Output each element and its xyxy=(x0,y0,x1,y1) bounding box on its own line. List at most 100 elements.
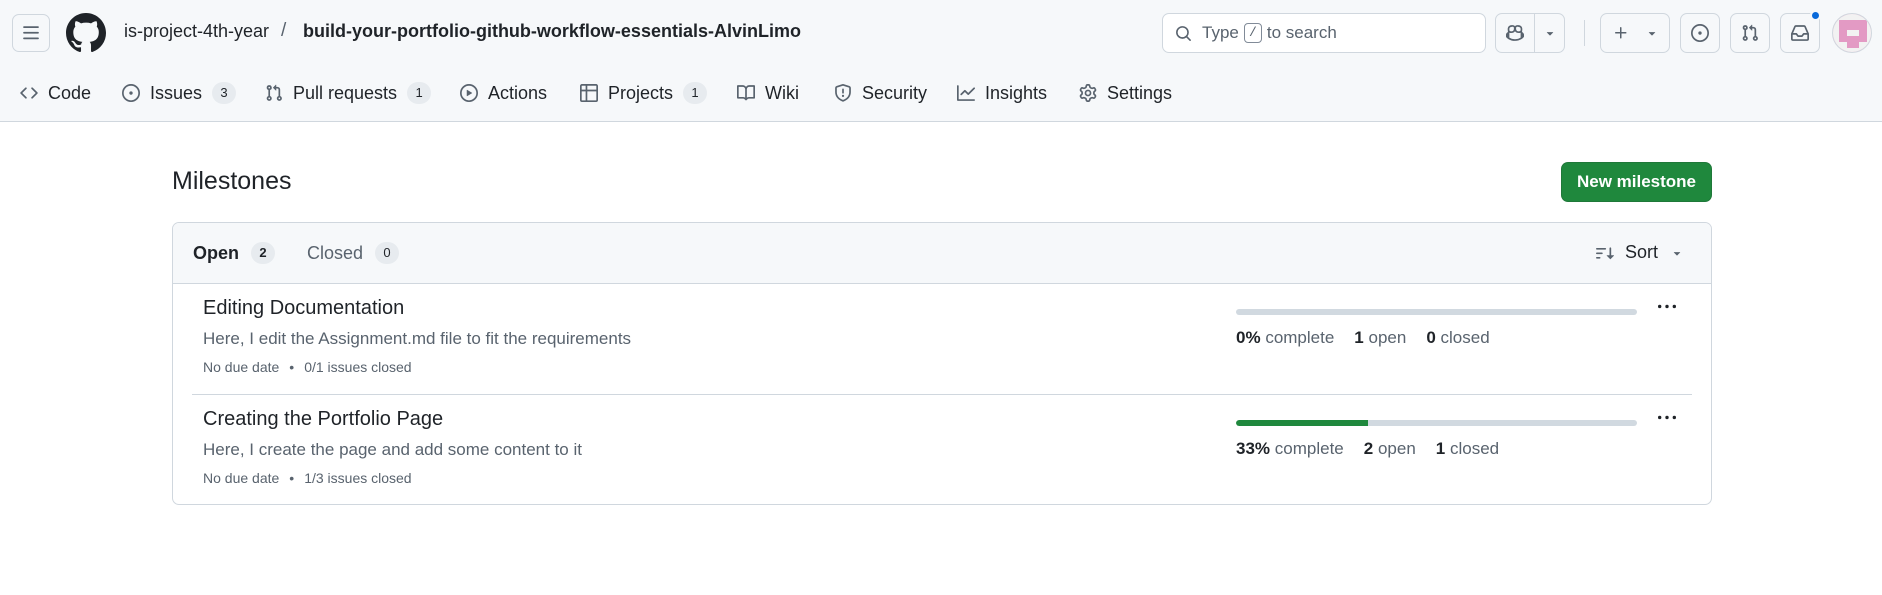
milestone-open-number: 1 xyxy=(1354,328,1364,347)
breadcrumb-repo[interactable]: build-your-portfolio-github-workflow-ess… xyxy=(303,21,801,42)
milestone-due-date: No due date xyxy=(203,470,280,486)
milestone-percent: 0% xyxy=(1236,328,1261,347)
avatar-identicon xyxy=(1833,14,1871,52)
tab-pull-requests[interactable]: Pull requests 1 xyxy=(265,72,432,114)
milestone-progress-bar xyxy=(1236,420,1637,426)
tab-security-label: Security xyxy=(862,82,928,103)
copilot-icon xyxy=(1506,25,1524,41)
plus-icon xyxy=(1615,27,1627,39)
sort-label: Sort xyxy=(1625,242,1659,262)
tab-wiki-label: Wiki xyxy=(765,82,799,103)
github-logo-icon[interactable] xyxy=(66,13,106,53)
hamburger-icon xyxy=(23,26,39,40)
tab-insights[interactable]: Insights xyxy=(957,72,1047,114)
filter-closed-label: Closed xyxy=(307,242,364,263)
gear-icon xyxy=(1079,84,1097,102)
breadcrumb-owner[interactable]: is-project-4th-year xyxy=(124,21,269,42)
shield-icon xyxy=(835,84,851,102)
git-pull-request-icon xyxy=(1742,24,1758,41)
filter-closed[interactable]: Closed 0 xyxy=(307,242,400,264)
issue-opened-icon xyxy=(1691,24,1709,42)
triangle-down-icon xyxy=(1546,32,1554,36)
milestone-actions-button[interactable] xyxy=(1653,297,1681,317)
milestone-meta: No due date • 1/3 issues closed xyxy=(203,470,412,486)
milestone-open-label: open xyxy=(1377,439,1416,458)
milestone-complete-label: complete xyxy=(1265,328,1335,347)
table-icon xyxy=(580,84,598,102)
tab-code[interactable]: Code xyxy=(20,72,91,114)
tab-code-label: Code xyxy=(48,82,92,103)
search-input[interactable]: Type / to search xyxy=(1162,13,1486,53)
copilot-button[interactable] xyxy=(1496,14,1534,52)
triangle-down-icon xyxy=(1648,32,1656,36)
search-icon xyxy=(1176,25,1191,41)
milestone-stats: 0% complete 1 open 0 closed xyxy=(1236,328,1490,348)
sort-dropdown[interactable]: Sort xyxy=(1595,242,1684,263)
your-issues-button[interactable] xyxy=(1680,13,1720,53)
milestone-issues-closed: 0/1 issues closed xyxy=(304,359,412,375)
unread-notification-dot xyxy=(1810,10,1821,21)
inbox-icon xyxy=(1791,25,1809,41)
top-bar: is-project-4th-year / build-your-portfol… xyxy=(0,0,1882,66)
avatar[interactable] xyxy=(1832,13,1872,53)
milestone-open-label: open xyxy=(1368,328,1407,347)
filter-open-label: Open xyxy=(193,242,240,263)
milestone-percent: 33% xyxy=(1236,439,1271,458)
list-item: Editing Documentation Here, I edit the A… xyxy=(173,285,1711,396)
your-pull-requests-button[interactable] xyxy=(1730,13,1770,53)
code-icon xyxy=(20,87,38,99)
create-new-button[interactable] xyxy=(1600,13,1670,53)
milestone-description: Here, I edit the Assignment.md file to f… xyxy=(203,329,632,348)
tab-projects-counter: 1 xyxy=(683,82,708,104)
milestone-due-date: No due date xyxy=(203,359,280,375)
book-icon xyxy=(737,85,755,101)
tab-projects[interactable]: Projects 1 xyxy=(580,72,708,114)
milestone-percent-complete: 33% complete xyxy=(1236,439,1344,459)
search-placeholder-prefix: Type xyxy=(1202,23,1239,42)
tab-issues[interactable]: Issues 3 xyxy=(122,72,237,114)
hamburger-menu-button[interactable] xyxy=(12,14,50,52)
milestones-list: Open 2 Closed 0 Sort Editing Documentati… xyxy=(172,222,1712,505)
graph-icon xyxy=(957,85,975,101)
tab-actions-label: Actions xyxy=(488,82,548,103)
tab-actions[interactable]: Actions xyxy=(460,72,547,114)
list-item: Creating the Portfolio Page Here, I crea… xyxy=(173,396,1711,504)
milestone-title[interactable]: Creating the Portfolio Page xyxy=(203,408,443,431)
filter-open[interactable]: Open 2 xyxy=(193,242,276,264)
tab-settings-label: Settings xyxy=(1107,82,1173,103)
milestone-progress-fill xyxy=(1236,420,1369,426)
milestone-closed-number: 1 xyxy=(1435,439,1446,458)
milestone-percent-complete: 0% complete xyxy=(1236,328,1334,348)
milestone-open-count[interactable]: 2 open xyxy=(1364,439,1416,459)
milestone-progress-bar xyxy=(1236,309,1637,315)
milestone-open-count[interactable]: 1 open xyxy=(1354,328,1406,348)
tab-issues-label: Issues xyxy=(150,82,203,103)
milestone-title[interactable]: Editing Documentation xyxy=(203,297,404,320)
new-milestone-button[interactable]: New milestone xyxy=(1561,162,1712,202)
milestone-closed-label: closed xyxy=(1440,328,1490,347)
breadcrumb-separator: / xyxy=(281,20,287,41)
milestone-closed-count[interactable]: 1 closed xyxy=(1436,439,1499,459)
tab-settings[interactable]: Settings xyxy=(1079,72,1172,114)
milestone-actions-button[interactable] xyxy=(1653,408,1681,428)
tab-pull-requests-label: Pull requests xyxy=(293,82,398,103)
tab-wiki[interactable]: Wiki xyxy=(737,72,799,114)
milestones-list-header: Open 2 Closed 0 Sort xyxy=(173,223,1711,284)
tab-issues-counter: 3 xyxy=(212,82,237,104)
issue-opened-icon xyxy=(122,84,140,102)
sort-desc-icon xyxy=(1596,246,1615,259)
tab-security[interactable]: Security xyxy=(834,72,927,114)
copilot-dropdown-button[interactable] xyxy=(1535,14,1565,52)
filter-closed-counter: 0 xyxy=(375,242,400,264)
kebab-horizontal-icon xyxy=(1658,415,1676,420)
milestone-closed-count[interactable]: 0 closed xyxy=(1426,328,1489,348)
app-header: is-project-4th-year / build-your-portfol… xyxy=(0,0,1882,122)
triangle-down-icon xyxy=(1673,251,1681,256)
milestone-open-number: 2 xyxy=(1363,439,1374,458)
header-divider xyxy=(1584,20,1585,46)
list-divider xyxy=(192,394,1692,395)
search-shortcut-key: / xyxy=(1243,23,1262,43)
tab-projects-label: Projects xyxy=(608,82,674,103)
git-pull-request-icon xyxy=(266,84,282,101)
filter-open-counter: 2 xyxy=(251,242,276,264)
